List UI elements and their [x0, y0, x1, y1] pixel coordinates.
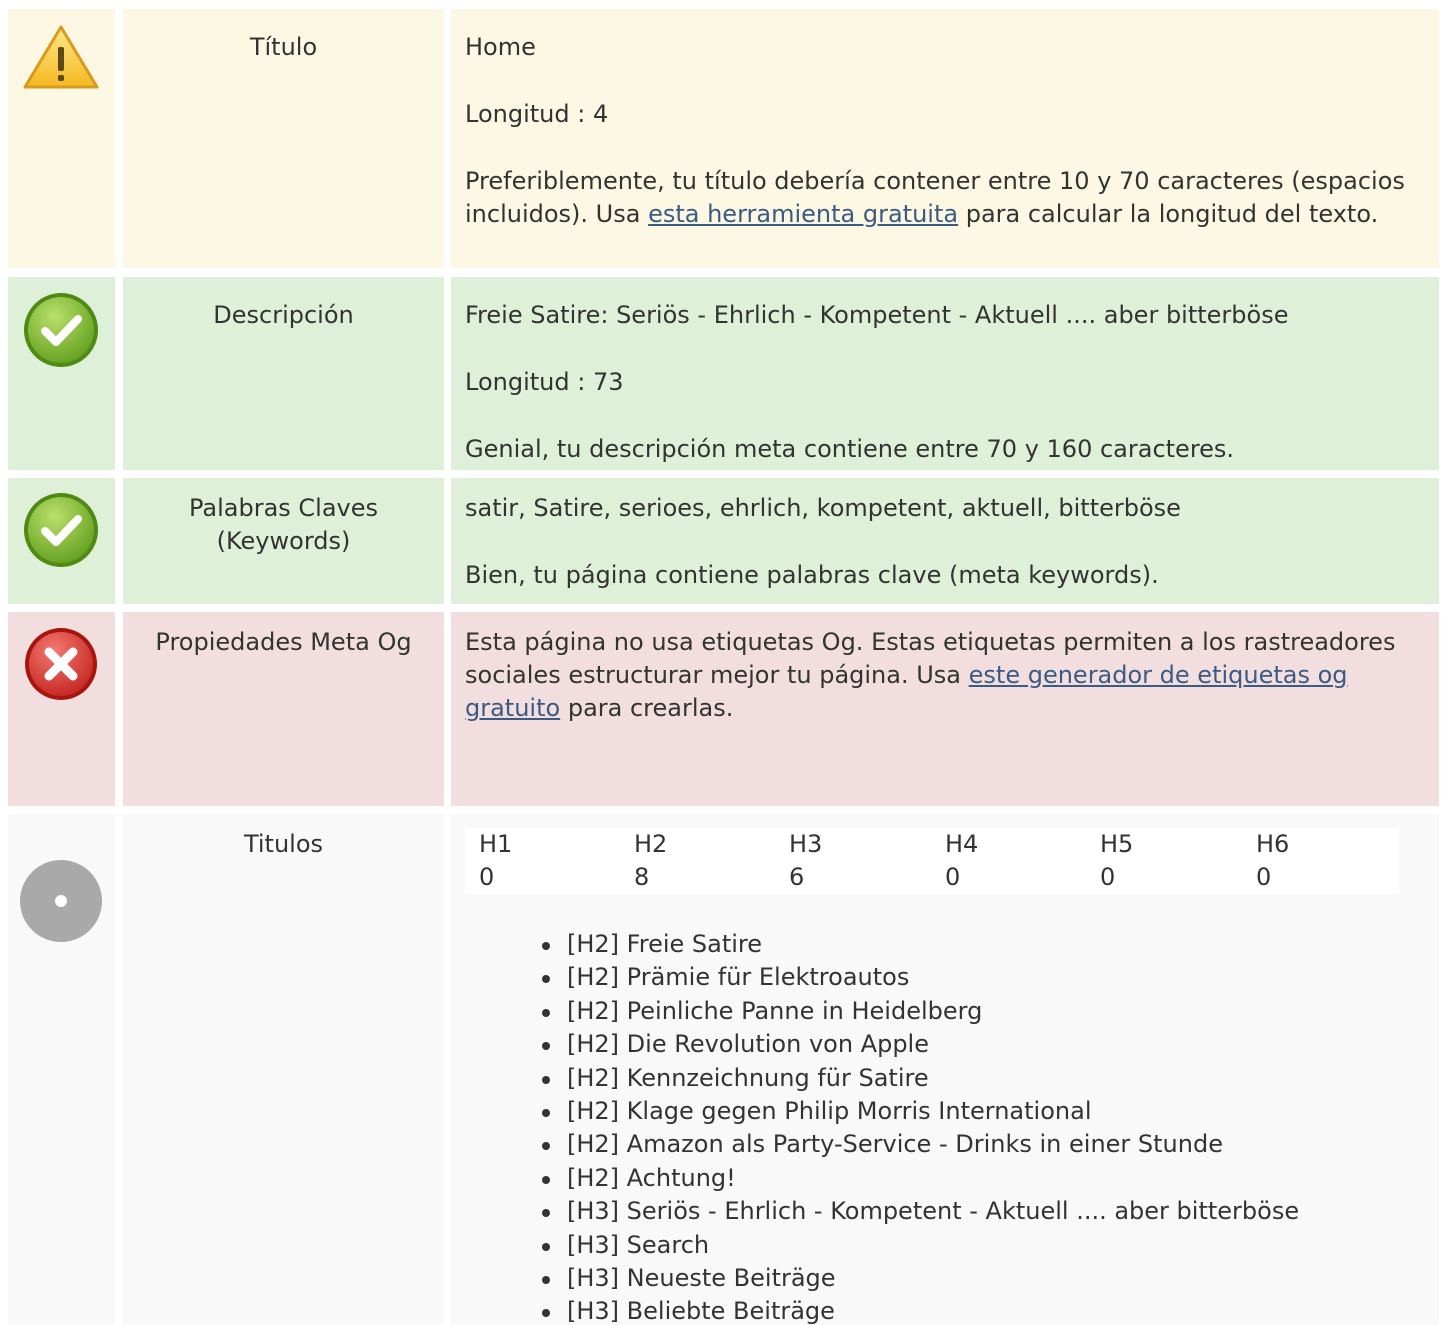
list-item: [H2] Amazon als Party-Service - Drinks i… [542, 1128, 1409, 1161]
title-length: Longitud : 4 [465, 100, 609, 128]
status-cell [8, 814, 115, 1325]
list-item: [H2] Kennzeichnung für Satire [542, 1062, 1409, 1095]
list-item: [H2] Freie Satire [542, 928, 1409, 961]
row-content: H1 0 H2 8 H3 6 H4 0 H5 0 H6 0 [H2] Freie… [451, 814, 1439, 1325]
status-cell [8, 612, 115, 806]
heading-col-h5: H5 0 [1100, 830, 1134, 891]
row-content: satir, Satire, serioes, ehrlich, kompete… [451, 478, 1439, 604]
row-label: Propiedades Meta Og [123, 612, 444, 806]
row-label: Titulos [123, 814, 444, 1325]
row-label: Palabras Claves (Keywords) [123, 478, 444, 604]
title-value: Home [465, 33, 536, 61]
free-tool-link[interactable]: esta herramienta gratuita [648, 200, 958, 228]
list-item: [H2] Klage gegen Philip Morris Internati… [542, 1095, 1409, 1128]
heading-col-h6: H6 0 [1256, 830, 1290, 891]
heading-col-h2: H2 8 [634, 830, 668, 891]
check-icon [24, 493, 98, 567]
heading-list: [H2] Freie Satire [H2] Prämie für Elektr… [465, 928, 1409, 1325]
list-item: [H2] Prämie für Elektroautos [542, 961, 1409, 994]
keywords-value: satir, Satire, serioes, ehrlich, kompete… [465, 494, 1181, 522]
title-advice: Preferiblemente, tu título debería conte… [465, 167, 1405, 228]
row-og: Propiedades Meta Og Esta página no usa e… [0, 612, 1445, 806]
row-headings: Titulos H1 0 H2 8 H3 6 H4 0 H5 0 H6 0 [H… [0, 814, 1445, 1325]
status-cell [8, 9, 115, 268]
row-title: Título Home Longitud : 4 Preferiblemente… [0, 9, 1445, 268]
description-length: Longitud : 73 [465, 368, 624, 396]
heading-col-h1: H1 0 [479, 830, 513, 891]
list-item: [H3] Seriös - Ehrlich - Kompetent - Aktu… [542, 1195, 1409, 1228]
list-item: [H3] Search [542, 1229, 1409, 1262]
keywords-advice: Bien, tu página contiene palabras clave … [465, 561, 1159, 589]
warning-icon [23, 25, 99, 89]
list-item: [H2] Achtung! [542, 1162, 1409, 1195]
heading-col-h3: H3 6 [789, 830, 823, 891]
list-item: [H3] Beliebte Beiträge [542, 1295, 1409, 1325]
list-item: [H3] Neueste Beiträge [542, 1262, 1409, 1295]
heading-count-table: H1 0 H2 8 H3 6 H4 0 H5 0 H6 0 [465, 828, 1399, 894]
row-description: Descripción Freie Satire: Seriös - Ehrli… [0, 277, 1445, 470]
list-item: [H2] Die Revolution von Apple [542, 1028, 1409, 1061]
row-content: Esta página no usa etiquetas Og. Estas e… [451, 612, 1439, 806]
status-cell [8, 478, 115, 604]
heading-col-h4: H4 0 [945, 830, 979, 891]
og-advice: Esta página no usa etiquetas Og. Estas e… [465, 628, 1396, 722]
error-x-icon [25, 628, 97, 700]
status-cell [8, 277, 115, 470]
neutral-circle-icon [20, 860, 102, 942]
seo-report: Título Home Longitud : 4 Preferiblemente… [0, 0, 1445, 1325]
list-item: [H2] Peinliche Panne in Heidelberg [542, 995, 1409, 1028]
row-content: Home Longitud : 4 Preferiblemente, tu tí… [451, 9, 1439, 268]
row-label: Descripción [123, 277, 444, 470]
description-value: Freie Satire: Seriös - Ehrlich - Kompete… [465, 301, 1289, 329]
description-advice: Genial, tu descripción meta contiene ent… [465, 435, 1235, 463]
row-label: Título [123, 9, 444, 268]
check-icon [24, 293, 98, 367]
row-content: Freie Satire: Seriös - Ehrlich - Kompete… [451, 277, 1439, 470]
row-keywords: Palabras Claves (Keywords) satir, Satire… [0, 478, 1445, 604]
